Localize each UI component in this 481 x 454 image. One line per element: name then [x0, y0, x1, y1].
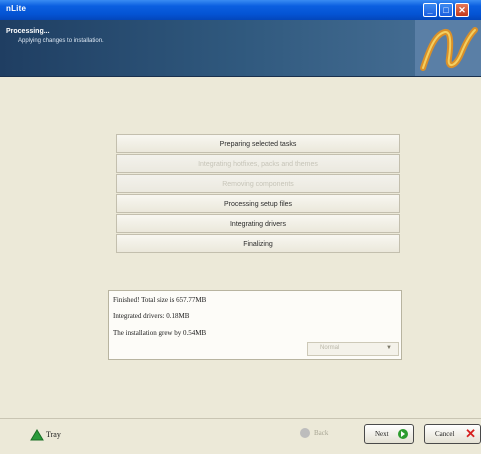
next-arrow-icon — [398, 429, 408, 439]
back-arrow-icon — [300, 428, 310, 438]
footer-divider — [0, 418, 481, 419]
task-item: Finalizing — [116, 234, 400, 253]
header-banner: Processing... Applying changes to instal… — [0, 20, 481, 77]
log-line: Finished! Total size is 657.77MB — [113, 296, 207, 304]
maximize-button[interactable]: □ — [439, 3, 453, 17]
title-bar[interactable]: nLite _ □ ✕ — [0, 0, 481, 20]
task-item: Integrating drivers — [116, 214, 400, 233]
task-list: Preparing selected tasks Integrating hot… — [116, 134, 400, 254]
window-title: nLite — [6, 4, 27, 13]
back-button[interactable]: Back — [296, 424, 348, 444]
task-item: Processing setup files — [116, 194, 400, 213]
minimize-button[interactable]: _ — [423, 3, 437, 17]
maximize-icon: □ — [443, 5, 449, 15]
next-button[interactable]: Next — [364, 424, 414, 444]
tray-label: Tray — [46, 430, 61, 439]
cancel-button[interactable]: Cancel ✕ — [424, 424, 481, 444]
nlite-window: nLite _ □ ✕ Processing... Applying chang… — [0, 0, 481, 454]
cancel-label: Cancel — [435, 430, 455, 438]
cancel-x-icon: ✕ — [465, 426, 476, 441]
dropdown-value: Normal — [320, 345, 340, 351]
task-item: Preparing selected tasks — [116, 134, 400, 153]
log-line: The installation grew by 0.54MB — [113, 329, 207, 337]
page-subtitle: Applying changes to installation. — [18, 38, 104, 44]
task-item: Removing components — [116, 174, 400, 193]
close-button[interactable]: ✕ — [455, 3, 469, 17]
nlite-logo-icon — [415, 20, 481, 76]
log-line: Integrated drivers: 0.18MB — [113, 312, 190, 320]
page-title: Processing... — [6, 28, 50, 35]
chevron-down-icon: ▼ — [386, 345, 392, 351]
task-item: Integrating hotfixes, packs and themes — [116, 154, 400, 173]
back-label: Back — [314, 429, 329, 437]
priority-dropdown[interactable]: Normal ▼ — [307, 342, 399, 356]
minimize-icon: _ — [427, 5, 433, 15]
next-label: Next — [375, 430, 389, 438]
tray-icon — [30, 429, 44, 441]
close-icon: ✕ — [458, 5, 466, 15]
log-box: Finished! Total size is 657.77MB Integra… — [108, 290, 402, 360]
